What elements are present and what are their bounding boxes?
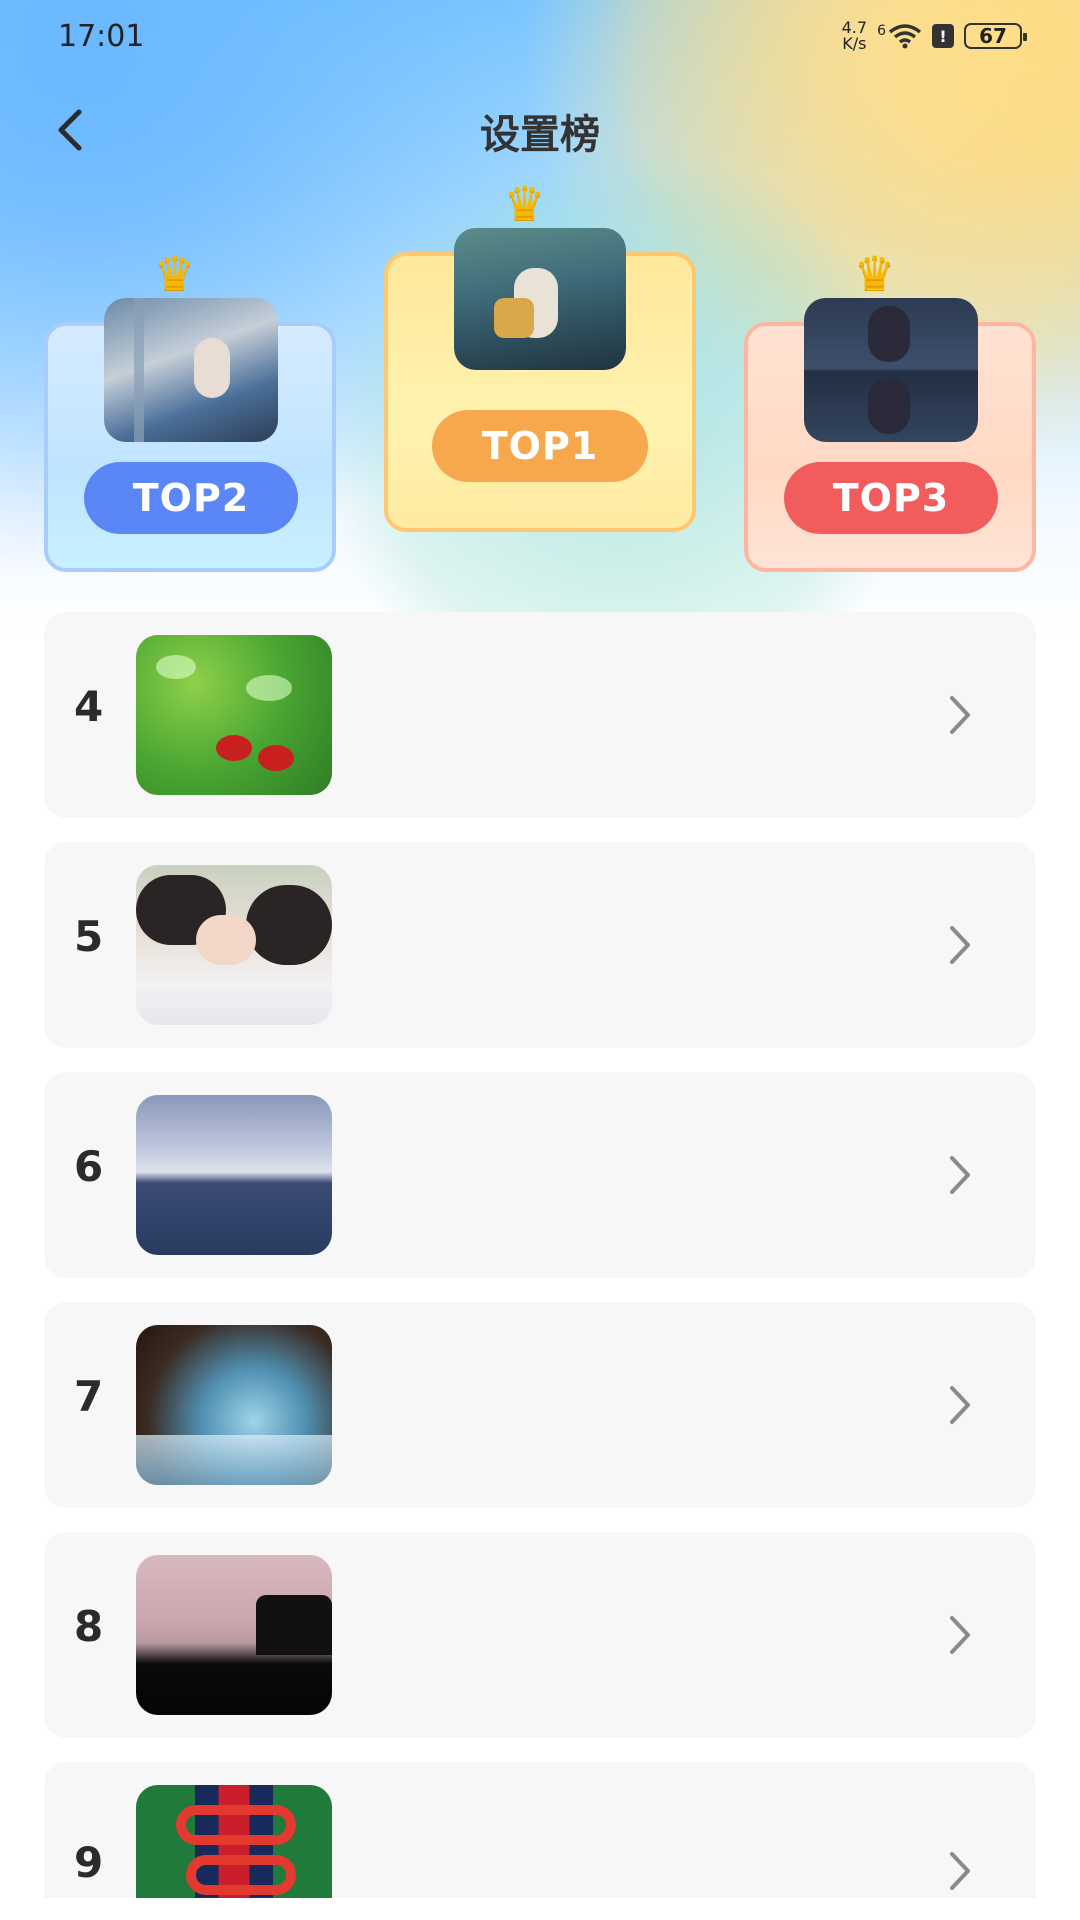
thumbnail [136, 865, 332, 1025]
rank-number: 9 [74, 1838, 104, 1887]
crown-icon: ♛ [154, 246, 196, 300]
chevron-right-icon [950, 696, 970, 734]
chevron-right-icon [950, 1156, 970, 1194]
thumbnail [136, 1095, 332, 1255]
status-icons: 4.7 K/s 6 ! 67 [841, 18, 1027, 53]
chevron-right-icon [950, 926, 970, 964]
thumbnail [136, 1325, 332, 1485]
crown-icon: ♛ [504, 176, 546, 230]
thumbnail [136, 635, 332, 795]
rank-number: 4 [74, 682, 104, 731]
status-time: 17:01 [58, 18, 145, 54]
header: 设置榜 [0, 90, 1080, 170]
thumbnail [136, 1555, 332, 1715]
list-item[interactable]: 7 [44, 1302, 1036, 1508]
chevron-right-icon [950, 1852, 970, 1890]
crown-icon: ♛ [854, 246, 896, 300]
podium-thumbnail [804, 298, 978, 442]
alert-icon: ! [932, 24, 954, 48]
wifi-icon: 6 [877, 23, 922, 49]
rank-number: 7 [74, 1372, 104, 1421]
list-item[interactable]: 5 [44, 842, 1036, 1048]
rank-number: 8 [74, 1602, 104, 1651]
status-bar: 17:01 4.7 K/s 6 ! 67 [0, 0, 1080, 72]
rank-number: 5 [74, 912, 104, 961]
list-item[interactable]: 9 [44, 1762, 1036, 1898]
podium-thumbnail [454, 228, 626, 370]
thumbnail [136, 1785, 332, 1898]
list-item[interactable]: 8 [44, 1532, 1036, 1738]
network-speed: 4.7 K/s [841, 18, 868, 53]
podium-label: TOP1 [432, 410, 648, 482]
battery-icon: 67 [964, 23, 1027, 49]
podium-top2[interactable]: ♛ TOP2 [44, 250, 336, 580]
podium-top1[interactable]: ♛ TOP1 [384, 180, 696, 540]
podium-label: TOP3 [784, 462, 998, 534]
podium-thumbnail [104, 298, 278, 442]
list-item[interactable]: 6 [44, 1072, 1036, 1278]
page-title: 设置榜 [480, 112, 600, 158]
rank-number: 6 [74, 1142, 104, 1191]
list-item[interactable]: 4 [44, 612, 1036, 818]
podium-label: TOP2 [84, 462, 298, 534]
chevron-right-icon [950, 1616, 970, 1654]
chevron-right-icon [950, 1386, 970, 1424]
podium-top3[interactable]: ♛ TOP3 [744, 250, 1036, 580]
